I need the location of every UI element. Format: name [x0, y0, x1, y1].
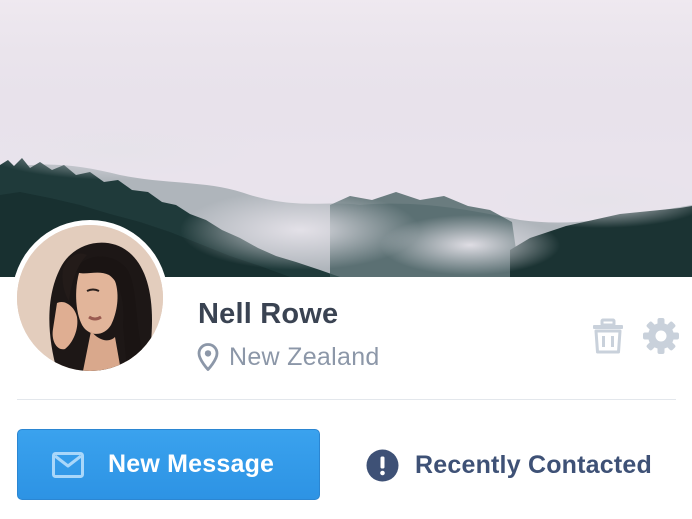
new-message-label: New Message [108, 450, 275, 478]
new-message-button[interactable]: New Message [17, 429, 320, 500]
avatar[interactable] [17, 225, 163, 371]
mail-icon [52, 451, 84, 478]
recently-contacted-link[interactable]: Recently Contacted [366, 447, 652, 483]
gear-icon[interactable] [642, 317, 680, 355]
profile-card: Nell Rowe New Zealand New Message Recent… [0, 0, 692, 519]
profile-location: New Zealand [197, 341, 380, 373]
location-label: New Zealand [229, 342, 380, 371]
recently-contacted-label: Recently Contacted [415, 450, 652, 479]
profile-name: Nell Rowe [198, 298, 339, 330]
map-pin-icon [197, 343, 219, 371]
avatar-frame [12, 220, 168, 376]
trash-icon[interactable] [591, 318, 625, 354]
section-divider [17, 399, 676, 400]
alert-icon [366, 449, 399, 481]
